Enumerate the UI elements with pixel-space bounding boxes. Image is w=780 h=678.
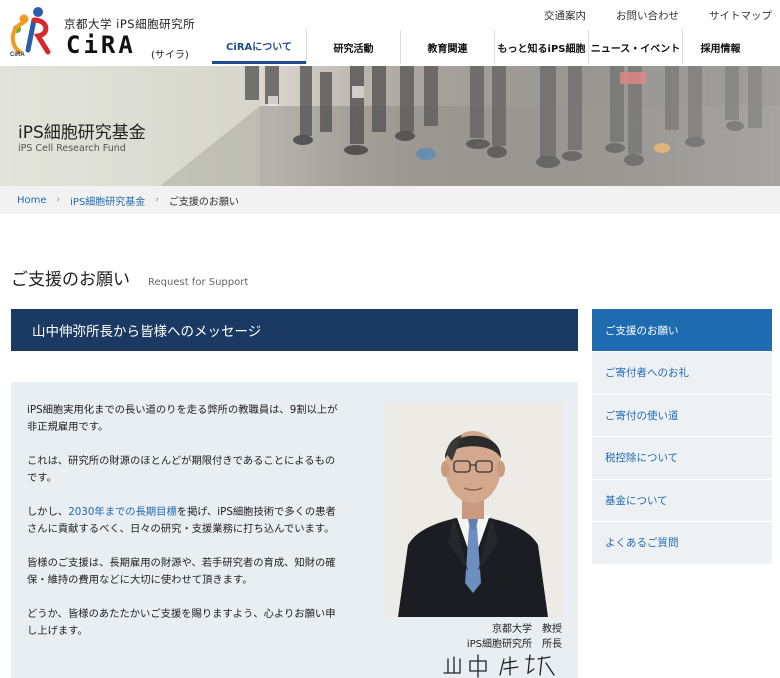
nav-item-learn-ips[interactable]: もっと知るiPS細胞 <box>494 30 588 64</box>
chevron-right-icon: › <box>155 195 159 205</box>
hero-subtitle: iPS Cell Research Fund <box>18 143 126 154</box>
logo-university-name: 京都大学 iPS細胞研究所 <box>64 17 196 31</box>
message-paragraph: 皆様のご支援は、長期雇用の財源や、若手研究者の育成、知財の確保・維持の費用などに… <box>27 557 336 586</box>
nav-item-research[interactable]: 研究活動 <box>306 30 400 64</box>
sidebar-nav: ご支援のお願い ご寄付者へのお礼 ご寄付の使い道 税控除について 基金について … <box>592 309 772 564</box>
sidebar-item-use-of-donations[interactable]: ご寄付の使い道 <box>592 393 772 437</box>
sidebar-item-tax-deduction[interactable]: 税控除について <box>592 436 772 479</box>
message-paragraph: これは、研究所の財源のほとんどが期限付きであることによるものです。 <box>27 455 336 484</box>
message-body: iPS細胞実用化までの長い道のりを走る弊所の教職員は、9割以上が非正規雇用です。… <box>27 402 339 657</box>
page-title-en: Request for Support <box>148 277 249 288</box>
hero-title: iPS細胞研究基金 <box>18 123 146 143</box>
chevron-right-icon: › <box>56 195 61 205</box>
long-term-goal-link[interactable]: 2030年までの長期目標 <box>68 506 177 518</box>
page-title: ご支援のお願い <box>11 270 130 290</box>
breadcrumb-current: ご支援のお願い <box>168 196 239 208</box>
nav-item-education[interactable]: 教育関連 <box>400 30 494 64</box>
site-header: CiRA 京都大学 iPS細胞研究所 CiRA (サイラ) 交通案内 お問い合わ… <box>0 0 780 66</box>
util-link-sitemap[interactable]: サイトマップ <box>709 8 772 23</box>
message-paragraph: iPS細胞実用化までの長い道のりを走る弊所の教職員は、9割以上が非正規雇用です。 <box>27 404 338 433</box>
nav-item-about[interactable]: CiRAについて <box>212 30 306 64</box>
portrait-image <box>384 403 562 617</box>
svg-text:CiRA: CiRA <box>10 52 25 58</box>
section-title-bar: 山中伸弥所長から皆様へのメッセージ <box>11 309 578 351</box>
utility-nav: 交通案内 お問い合わせ サイトマップ <box>544 8 772 23</box>
message-paragraph: しかし、2030年までの長期目標を掲げ、iPS細胞技術で多くの患者さんに貢献する… <box>27 504 339 538</box>
signature-block: 京都大学 教授 iPS細胞研究所 所長 <box>442 622 562 678</box>
breadcrumb-fund-link[interactable]: iPS細胞研究基金 <box>70 193 145 208</box>
signature-position: iPS細胞研究所 所長 <box>466 639 562 650</box>
handwritten-signature <box>443 654 555 678</box>
sidebar-item-request-support[interactable]: ご支援のお願い <box>592 309 772 351</box>
logo-kana: (サイラ) <box>151 50 189 61</box>
director-portrait-photo <box>384 403 562 617</box>
util-link-contact[interactable]: お問い合わせ <box>616 8 679 23</box>
cira-logo[interactable]: CiRA 京都大学 iPS細胞研究所 CiRA (サイラ) <box>8 6 218 62</box>
signature-title: 京都大学 教授 <box>492 624 562 635</box>
nav-item-news-events[interactable]: ニュース・イベント <box>588 30 682 64</box>
util-link-access[interactable]: 交通案内 <box>544 8 586 23</box>
nav-item-careers[interactable]: 採用情報 <box>682 30 758 64</box>
logo-wordmark: CiRA <box>66 31 136 59</box>
sidebar-item-thanks-donors[interactable]: ご寄付者へのお礼 <box>592 351 772 394</box>
breadcrumb: Home › iPS細胞研究基金 › ご支援のお願い <box>0 186 780 214</box>
message-card: iPS細胞実用化までの長い道のりを走る弊所の教職員は、9割以上が非正規雇用です。… <box>11 382 578 678</box>
hero-banner: iPS細胞研究基金 iPS Cell Research Fund <box>0 66 780 186</box>
cira-logo-mark-icon: CiRA <box>10 7 51 58</box>
sidebar-item-faq[interactable]: よくあるご質問 <box>592 521 772 564</box>
breadcrumb-home-link[interactable]: Home <box>17 195 47 206</box>
main-nav: CiRAについて 研究活動 教育関連 もっと知るiPS細胞 ニュース・イベント … <box>212 30 758 64</box>
message-text: しかし、 <box>27 506 69 518</box>
page-heading: ご支援のお願い Request for Support <box>11 265 248 290</box>
message-paragraph: どうか、皆様のあたたかいご支援を賜りますよう、心よりお願い申し上げます。 <box>27 608 336 637</box>
sidebar-item-about-fund[interactable]: 基金について <box>592 478 772 522</box>
